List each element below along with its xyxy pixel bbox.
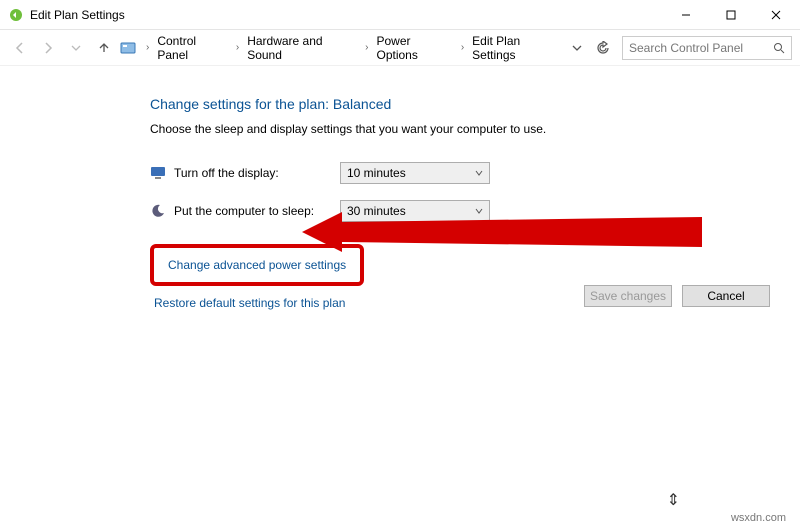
breadcrumb-item[interactable]: Control Panel [153, 32, 232, 64]
breadcrumb: › Control Panel › Hardware and Sound › P… [140, 32, 618, 64]
back-button[interactable] [8, 36, 32, 60]
up-button[interactable] [92, 36, 116, 60]
control-panel-icon [120, 40, 136, 56]
display-off-label: Turn off the display: [174, 166, 279, 180]
chevron-right-icon: › [144, 42, 151, 53]
nav-row: › Control Panel › Hardware and Sound › P… [0, 30, 800, 66]
chevron-down-icon[interactable] [570, 41, 584, 55]
breadcrumb-item[interactable]: Edit Plan Settings [468, 32, 568, 64]
search-placeholder: Search Control Panel [629, 41, 743, 55]
footer-buttons: Save changes Cancel [584, 285, 770, 307]
annotation-arrow [302, 207, 702, 257]
forward-button[interactable] [36, 36, 60, 60]
refresh-icon[interactable] [596, 41, 610, 55]
chevron-right-icon: › [459, 42, 466, 53]
watermark: wsxdn.com [731, 512, 786, 524]
cancel-button[interactable]: Cancel [682, 285, 770, 307]
titlebar: Edit Plan Settings [0, 0, 800, 30]
breadcrumb-item[interactable]: Hardware and Sound [243, 32, 361, 64]
minimize-button[interactable] [663, 0, 708, 29]
window-controls [663, 0, 798, 29]
resize-cursor-icon: ⇕ [667, 490, 680, 510]
search-input[interactable]: Search Control Panel [622, 36, 792, 60]
recent-dropdown-button[interactable] [64, 36, 88, 60]
display-off-dropdown[interactable]: 10 minutes [340, 162, 490, 184]
window-title: Edit Plan Settings [30, 8, 663, 22]
breadcrumb-item[interactable]: Power Options [373, 32, 457, 64]
save-button[interactable]: Save changes [584, 285, 672, 307]
app-icon [8, 7, 24, 23]
maximize-button[interactable] [708, 0, 753, 29]
moon-icon [150, 203, 166, 219]
chevron-right-icon: › [363, 42, 370, 53]
chevron-down-icon [475, 169, 483, 177]
sleep-label: Put the computer to sleep: [174, 204, 314, 218]
display-icon [150, 165, 166, 181]
setting-row-display: Turn off the display: 10 minutes [150, 162, 800, 184]
chevron-right-icon: › [234, 42, 241, 53]
search-icon [773, 42, 785, 54]
display-off-value: 10 minutes [347, 166, 406, 180]
page-heading: Change settings for the plan: Balanced [150, 96, 800, 112]
advanced-power-link[interactable]: Change advanced power settings [168, 258, 346, 272]
close-button[interactable] [753, 0, 798, 29]
main-content: Change settings for the plan: Balanced C… [0, 66, 800, 310]
page-subtext: Choose the sleep and display settings th… [150, 122, 800, 136]
